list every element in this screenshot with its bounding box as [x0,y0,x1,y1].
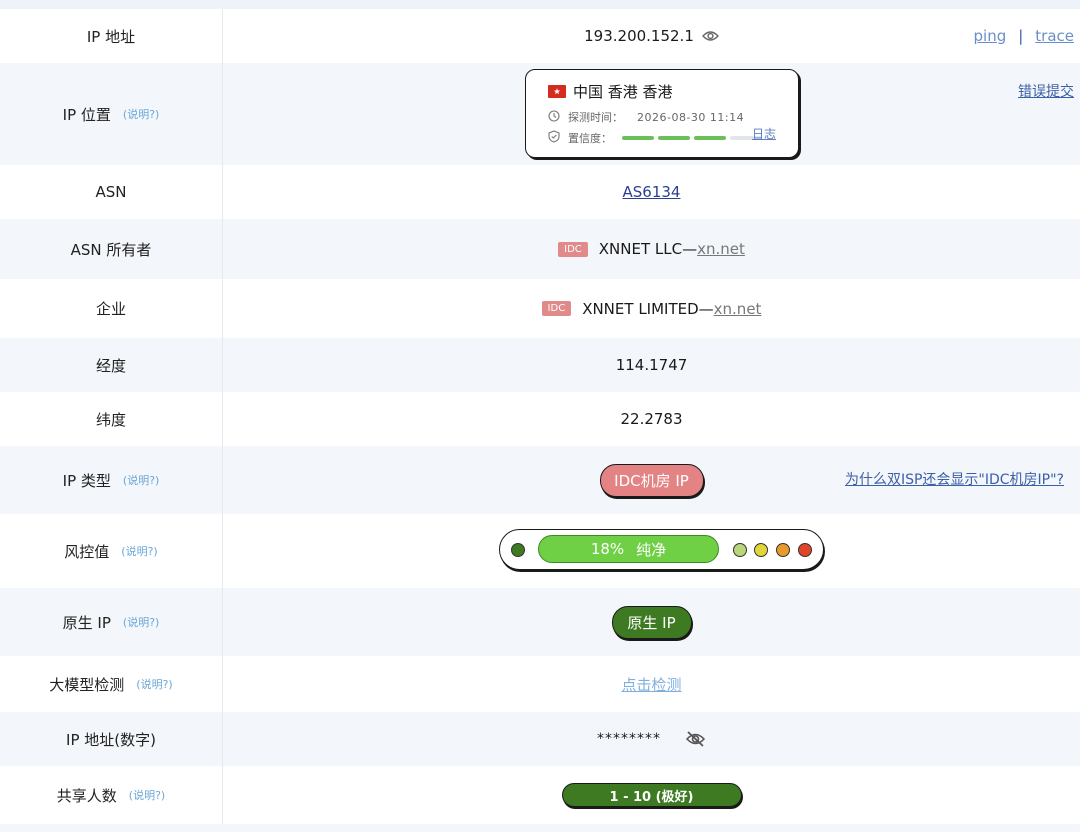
value-shared-users: 1 - 10 (极好) [223,766,1080,824]
ip-type-badge[interactable]: IDC机房 IP [599,463,704,497]
ip-address-text: 193.200.152.1 [584,27,694,45]
native-ip-badge[interactable]: 原生 IP [611,605,692,639]
row-next [0,824,1080,832]
location-place: 中国 香港 香港 [573,83,673,101]
risk-percent: 18% [590,540,625,558]
confidence-segment [658,136,690,140]
label-ip-type: IP 类型 (说明?) [0,446,223,514]
risk-dot [754,543,768,557]
help-link[interactable]: (说明?) [121,543,157,559]
shield-check-icon [548,130,560,146]
idc-tag: IDC [558,241,588,257]
location-title: 中国 香港 香港 [548,81,673,102]
clock-icon [548,109,560,125]
risk-dot [776,543,790,557]
why-idc-link[interactable]: 为什么双ISP还会显示"IDC机房IP"? [845,469,1064,489]
asn-owner-domain-link[interactable]: xn.net [697,240,745,258]
label-asn: ASN [0,165,223,219]
row-longitude: 经度 114.1747 [0,338,1080,392]
ip-numeric-masked: ******** [597,731,661,747]
value-llm-detection: 点击检测 [223,656,1080,712]
value-ip-numeric: ******** [223,712,1080,766]
ping-link[interactable]: ping [974,27,1007,45]
row-ip-numeric: IP 地址(数字) ******** [0,712,1080,766]
value-native-ip: 原生 IP [223,588,1080,656]
help-link[interactable]: (说明?) [123,614,159,630]
click-detect-link[interactable]: 点击检测 [621,674,681,695]
row-ip-type: IP 类型 (说明?) IDC机房 IP 为什么双ISP还会显示"IDC机房IP… [0,446,1080,514]
row-shared-users: 共享人数 (说明?) 1 - 10 (极好) [0,766,1080,824]
label-ip-numeric: IP 地址(数字) [0,712,223,766]
shared-users-badge: 1 - 10 (极好) [561,783,742,807]
risk-meter: 18% 纯净 [499,529,824,570]
confidence-line: 置信度： [548,130,766,146]
help-link[interactable]: (说明?) [123,106,159,122]
log-link[interactable]: 日志 [752,125,776,142]
company-name: XNNET LIMITED— [582,299,714,318]
row-latitude: 纬度 22.2783 [0,392,1080,446]
asn-owner-name: XNNET LLC— [598,240,698,258]
confidence-segment [622,136,654,140]
ping-trace-links: ping | trace [974,9,1075,63]
detect-time-line: 探测时间： 2026-08-30 11:14 [548,109,744,125]
value-longitude: 114.1747 [615,356,688,374]
risk-dot [733,543,747,557]
report-error-link[interactable]: 错误提交 [1018,81,1074,101]
confidence-bars [622,136,766,140]
label-shared-users: 共享人数 (说明?) [0,766,223,824]
value-company: IDC XNNET LIMITED— xn.net [223,279,1080,338]
eye-icon[interactable] [701,30,719,42]
label-ip-location: IP 位置 (说明?) [0,63,223,165]
help-link[interactable]: (说明?) [123,472,159,488]
idc-tag: IDC [541,301,572,316]
row-native-ip: 原生 IP (说明?) 原生 IP [0,588,1080,656]
label-asn-owner: ASN 所有者 [0,219,223,279]
label-longitude: 经度 [0,338,223,392]
top-strip [0,0,1080,9]
risk-dot [798,543,812,557]
separator: | [1018,27,1024,45]
value-latitude: 22.2783 [620,410,683,428]
company-domain-link[interactable]: xn.net [714,300,762,318]
row-asn-owner: ASN 所有者 IDC XNNET LLC— xn.net [0,219,1080,279]
row-llm-detection: 大模型检测 (说明?) 点击检测 [0,656,1080,712]
confidence-segment [694,136,726,140]
label-llm-detection: 大模型检测 (说明?) [0,656,223,712]
risk-text: 纯净 [636,540,667,559]
value-ip-address: 193.200.152.1 [223,9,1080,63]
location-card: 中国 香港 香港 探测时间： 2026-08-30 11:14 置信度： 日志 [525,69,799,158]
row-company: 企业 IDC XNNET LIMITED— xn.net [0,279,1080,338]
hk-flag-icon [548,85,566,98]
eye-off-icon[interactable] [685,730,706,748]
help-link[interactable]: (说明?) [136,676,172,692]
label-native-ip: 原生 IP (说明?) [0,588,223,656]
label-latitude: 纬度 [0,392,223,446]
value-asn: AS6134 [223,165,1080,219]
value-asn-owner: IDC XNNET LLC— xn.net [223,219,1080,279]
row-asn: ASN AS6134 [0,165,1080,219]
detect-time-value: 2026-08-30 11:14 [637,110,745,124]
trace-link[interactable]: trace [1035,27,1074,45]
row-ip-address: IP 地址 193.200.152.1 ping | trace [0,9,1080,63]
help-link[interactable]: (说明?) [129,787,165,803]
label-risk: 风控值 (说明?) [0,514,223,588]
asn-link[interactable]: AS6134 [623,183,681,201]
risk-dot [511,543,525,557]
risk-score-bar: 18% 纯净 [538,535,719,563]
label-company: 企业 [0,279,223,338]
label-ip-address: IP 地址 [0,9,223,63]
